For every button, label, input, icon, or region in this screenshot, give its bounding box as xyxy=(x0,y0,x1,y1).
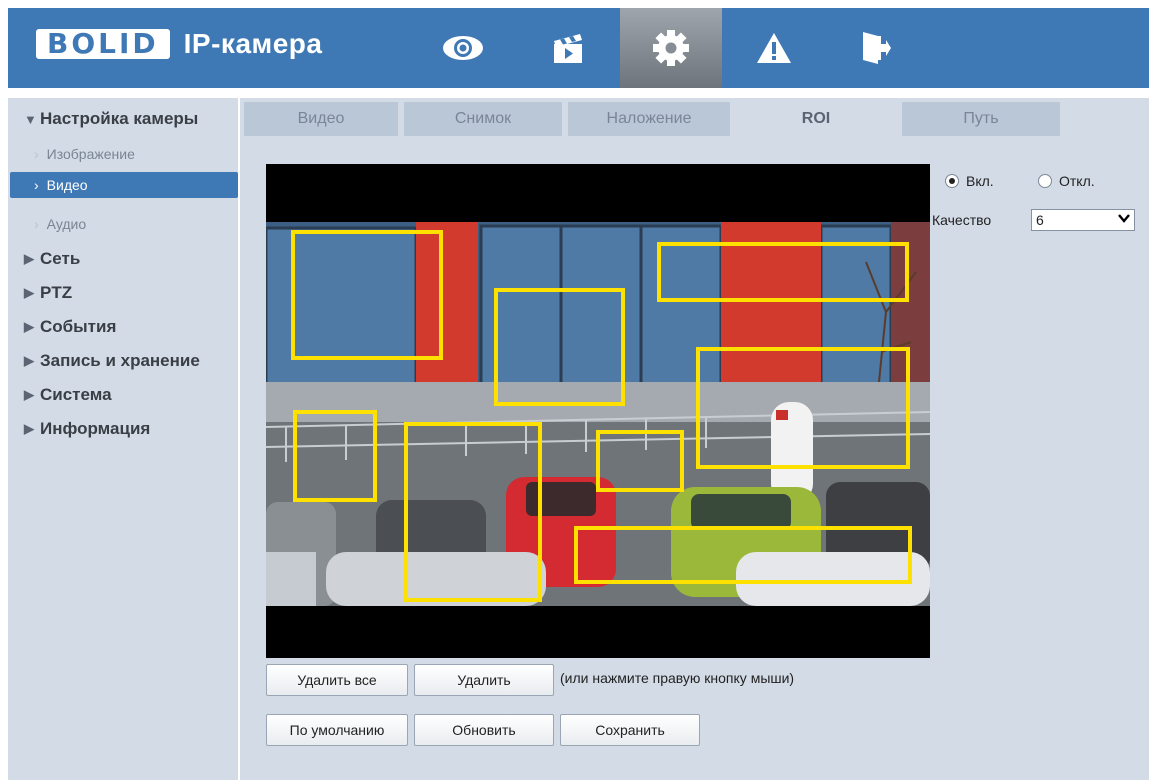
chevron-right-icon: › xyxy=(34,146,39,162)
triangle-down-icon: ▼ xyxy=(24,111,37,127)
triangle-right-icon: ▶ xyxy=(24,285,34,300)
sidebar-item-storage[interactable]: ▶ Запись и хранение xyxy=(8,348,238,374)
sidebar: ▼ Настройка камеры › Изображение › Видео… xyxy=(8,98,238,780)
roi-off-label: Откл. xyxy=(1059,173,1095,189)
top-bar: BOLID IP-камера xyxy=(8,8,1149,88)
quality-select[interactable]: 6 xyxy=(1031,209,1135,231)
save-button[interactable]: Сохранить xyxy=(560,714,700,746)
app-title: IP-камера xyxy=(183,28,323,59)
roi-on-radio[interactable]: Вкл. xyxy=(945,173,994,189)
sidebar-item-label: Система xyxy=(40,385,112,404)
sidebar-item-system[interactable]: ▶ Система xyxy=(8,382,238,408)
tab-path[interactable]: Путь xyxy=(902,102,1060,136)
logo-mark: BOLID xyxy=(36,29,170,59)
nav-playback[interactable] xyxy=(518,8,618,88)
clapperboard-icon xyxy=(554,34,582,63)
chevron-right-icon: › xyxy=(34,177,39,193)
gear-icon xyxy=(653,30,689,66)
chevron-right-icon: › xyxy=(34,216,39,232)
tab-roi[interactable]: ROI xyxy=(736,102,896,136)
triangle-right-icon: ▶ xyxy=(24,353,34,368)
triangle-right-icon: ▶ xyxy=(24,251,34,266)
eye-icon xyxy=(443,36,483,60)
sidebar-item-events[interactable]: ▶ События xyxy=(8,314,238,340)
sidebar-item-label: Информация xyxy=(40,419,151,438)
tab-snapshot[interactable]: Снимок xyxy=(404,102,562,136)
sidebar-sub-video[interactable]: › Видео xyxy=(10,172,238,198)
sidebar-item-network[interactable]: ▶ Сеть xyxy=(8,246,238,272)
camera-image xyxy=(266,222,930,606)
roi-on-label: Вкл. xyxy=(966,173,994,189)
sidebar-item-info[interactable]: ▶ Информация xyxy=(8,416,238,442)
nav-settings[interactable] xyxy=(620,8,722,88)
roi-off-radio[interactable]: Откл. xyxy=(1038,173,1095,189)
delete-button[interactable]: Удалить xyxy=(414,664,554,696)
chevron-down-icon xyxy=(1118,212,1130,226)
sidebar-item-label: События xyxy=(40,317,117,336)
tab-video[interactable]: Видео xyxy=(244,102,398,136)
radio-unchecked-icon xyxy=(1038,174,1052,188)
sidebar-sub-label: Видео xyxy=(46,177,88,193)
nav-live-view[interactable] xyxy=(413,8,513,88)
sidebar-sub-label: Аудио xyxy=(46,216,87,232)
triangle-right-icon: ▶ xyxy=(24,387,34,402)
sidebar-item-camera-settings[interactable]: ▼ Настройка камеры xyxy=(8,106,238,132)
sidebar-sub-image[interactable]: › Изображение xyxy=(8,141,135,167)
tab-overlay[interactable]: Наложение xyxy=(568,102,730,136)
warning-icon xyxy=(757,33,791,63)
sidebar-item-label: Настройка камеры xyxy=(40,109,199,128)
video-preview[interactable] xyxy=(266,164,930,658)
nav-alarm[interactable] xyxy=(724,8,824,88)
quality-value: 6 xyxy=(1036,212,1044,228)
sidebar-item-label: Сеть xyxy=(40,249,81,268)
logo: BOLID IP-камера xyxy=(36,26,322,62)
triangle-right-icon: ▶ xyxy=(24,319,34,334)
radio-checked-icon xyxy=(945,174,959,188)
default-button[interactable]: По умолчанию xyxy=(266,714,408,746)
triangle-right-icon: ▶ xyxy=(24,421,34,436)
sidebar-item-ptz[interactable]: ▶ PTZ xyxy=(8,280,238,306)
delete-all-button[interactable]: Удалить все xyxy=(266,664,408,696)
sidebar-sub-audio[interactable]: › Аудио xyxy=(8,211,86,237)
quality-label: Качество xyxy=(932,212,992,228)
sidebar-sub-label: Изображение xyxy=(46,146,135,162)
refresh-button[interactable]: Обновить xyxy=(414,714,554,746)
sidebar-item-label: PTZ xyxy=(40,283,73,302)
delete-hint: (или нажмите правую кнопку мыши) xyxy=(560,670,795,686)
sidebar-item-label: Запись и хранение xyxy=(40,351,200,370)
main-panel: Видео Снимок Наложение ROI Путь Удалить … xyxy=(240,98,1149,780)
nav-logout[interactable] xyxy=(826,8,926,88)
logout-icon xyxy=(863,32,891,64)
